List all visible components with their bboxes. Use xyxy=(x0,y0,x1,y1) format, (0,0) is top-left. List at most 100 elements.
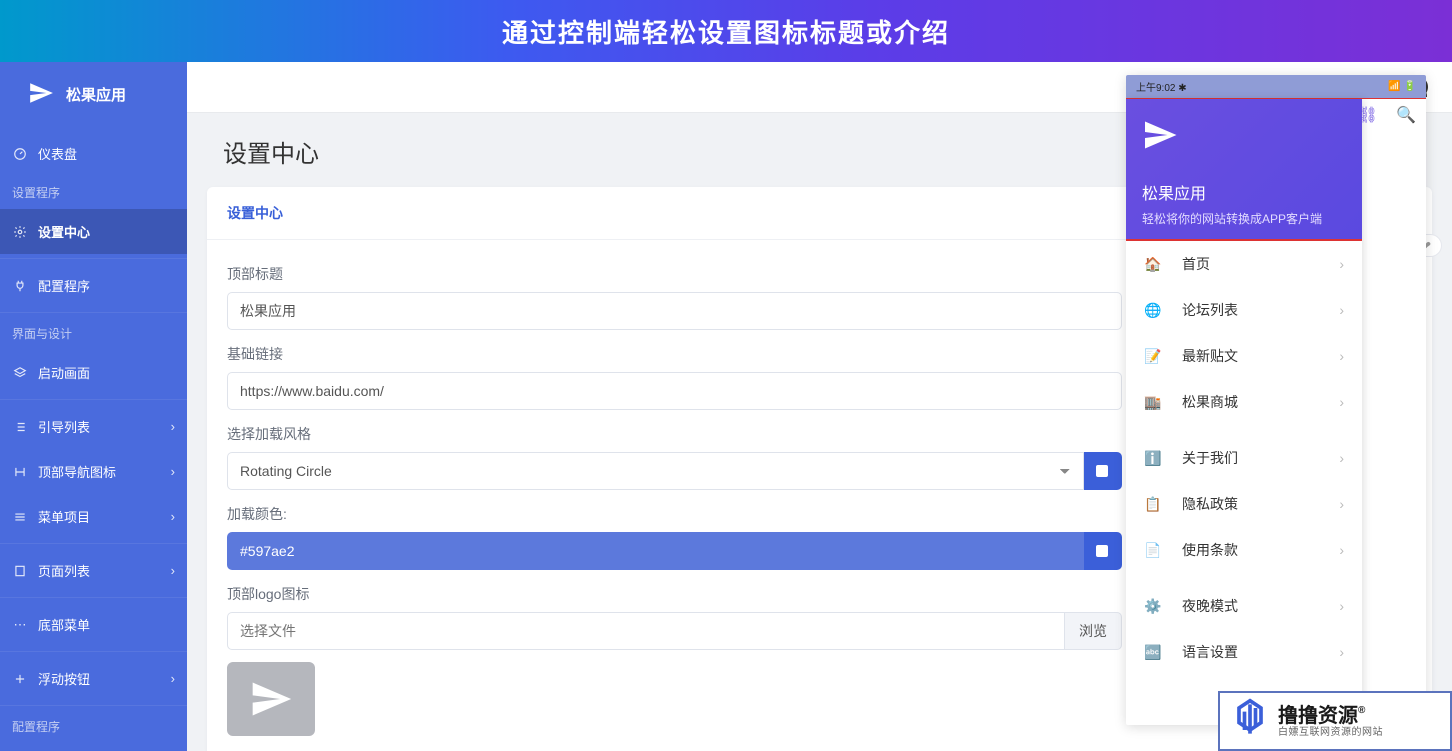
drawer-item-label: 隐私政策 xyxy=(1182,494,1238,514)
chevron-right-icon: › xyxy=(1339,348,1344,364)
chevron-right-icon: › xyxy=(1339,450,1344,466)
gauge-icon xyxy=(12,146,28,162)
registered-icon: ® xyxy=(1358,705,1365,716)
drawer-item-label: 最新贴文 xyxy=(1182,346,1238,366)
label-base-link: 基础链接 xyxy=(227,344,1122,364)
header-icon xyxy=(12,464,28,480)
sidebar-item-dashboard[interactable]: 仪表盘 xyxy=(0,131,187,176)
page-icon xyxy=(12,563,28,579)
drawer-item-terms[interactable]: 📄 使用条款 › xyxy=(1126,527,1362,573)
drawer-item-label: 使用条款 xyxy=(1182,540,1238,560)
drawer-item-label: 关于我们 xyxy=(1182,448,1238,468)
label-logo: 顶部logo图标 xyxy=(227,584,1122,604)
layers-icon xyxy=(12,365,28,381)
sidebar-item-bottom-menu[interactable]: ⋯ 底部菜单 xyxy=(0,602,187,647)
brand[interactable]: 松果应用 xyxy=(0,62,187,131)
drawer-item-night[interactable]: ⚙️夜晚模式› xyxy=(1126,583,1362,629)
chevron-right-icon: › xyxy=(1339,256,1344,272)
privacy-icon: 📋 xyxy=(1144,496,1162,513)
label-load-color: 加载颜色: xyxy=(227,504,1122,524)
sidebar-item-label: 浮动按钮 xyxy=(38,669,90,688)
gear-icon xyxy=(12,224,28,240)
language-icon: 🔤 xyxy=(1144,644,1162,661)
paper-plane-icon xyxy=(1142,117,1178,158)
input-top-title[interactable] xyxy=(227,292,1122,330)
terms-icon: 📄 xyxy=(1144,542,1162,559)
sidebar-item-label: 设置中心 xyxy=(38,222,90,241)
drawer-item-label: 松果商城 xyxy=(1182,392,1238,412)
logo-preview xyxy=(227,662,315,736)
chevron-right-icon: › xyxy=(171,464,175,479)
watermark-title: 撸撸资源 xyxy=(1278,705,1358,727)
drawer-item-home[interactable]: 🏠 首页 › xyxy=(1126,241,1362,287)
drawer-item-about[interactable]: ℹ️关于我们› xyxy=(1126,435,1362,481)
input-base-link[interactable] xyxy=(227,372,1122,410)
chevron-right-icon: › xyxy=(171,671,175,686)
input-logo-file[interactable] xyxy=(227,612,1065,650)
drawer-item-label: 首页 xyxy=(1182,254,1210,274)
sidebar-item-top-nav-icon[interactable]: 顶部导航图标 › xyxy=(0,449,187,494)
menu-icon xyxy=(12,509,28,525)
sidebar-item-splash[interactable]: 启动画面 xyxy=(0,350,187,395)
sidebar-section-settings: 设置程序 xyxy=(0,176,187,209)
drawer-item-language[interactable]: 🔤 语言设置 › xyxy=(1126,629,1362,675)
phone-statusbar: 上午9:02 ✱ 📶 🔋 xyxy=(1126,75,1426,99)
sidebar-section-config2: 配置程序 xyxy=(0,710,187,743)
chevron-right-icon: › xyxy=(1339,644,1344,660)
sidebar-section-ui: 界面与设计 xyxy=(0,317,187,350)
forum-icon: 🌐 xyxy=(1144,302,1162,319)
status-icons: 📶 🔋 xyxy=(1388,81,1416,92)
phone-preview: 上午9:02 ✱ 📶 🔋 松果应用 轻松将你的网站转换成APP客户端 🏠首页› … xyxy=(1126,75,1426,725)
post-icon: 📝 xyxy=(1144,348,1162,365)
sidebar-item-label: 仪表盘 xyxy=(38,144,77,163)
dots-icon: ⋯ xyxy=(12,617,28,633)
sidebar-item-config[interactable]: 配置程序 xyxy=(0,263,187,308)
sidebar-item-label: 菜单项目 xyxy=(38,507,90,526)
color-swatch-icon xyxy=(1096,545,1108,557)
sidebar-item-app-color[interactable]: APP颜色 xyxy=(0,743,187,751)
sidebar: 松果应用 仪表盘 设置程序 设置中心 配置程序 界面与设计 启动画面 引导列表 … xyxy=(0,62,187,751)
drawer-item-posts[interactable]: 📝 最新贴文 › xyxy=(1126,333,1362,379)
watermark-subtitle: 白嫖互联网资源的网站 xyxy=(1278,727,1383,738)
sidebar-item-page-list[interactable]: 页面列表 › xyxy=(0,548,187,593)
label-top-title: 顶部标题 xyxy=(227,264,1122,284)
sidebar-item-label: 页面列表 xyxy=(38,561,90,580)
drawer-item-shop[interactable]: 🏬松果商城› xyxy=(1126,379,1362,425)
main-content: 设置中心 设置中心 顶部标题 基础链接 xyxy=(187,62,1452,751)
color-picker-button[interactable] xyxy=(1084,532,1122,570)
chevron-right-icon: › xyxy=(171,419,175,434)
drawer-item-label: 论坛列表 xyxy=(1182,300,1238,320)
chevron-right-icon: › xyxy=(1339,394,1344,410)
plug-icon xyxy=(12,278,28,294)
label-load-style: 选择加载风格 xyxy=(227,424,1122,444)
chevron-right-icon: › xyxy=(171,563,175,578)
moon-icon: ⚙️ xyxy=(1144,598,1162,615)
preview-button[interactable] xyxy=(1084,452,1122,490)
sidebar-item-guide-list[interactable]: 引导列表 › xyxy=(0,404,187,449)
chevron-right-icon: › xyxy=(1339,542,1344,558)
sidebar-item-fab[interactable]: 浮动按钮 › xyxy=(0,656,187,701)
brand-name: 松果应用 xyxy=(66,84,126,105)
list-icon xyxy=(12,419,28,435)
sidebar-item-label: 顶部导航图标 xyxy=(38,462,116,481)
drawer-item-privacy[interactable]: 📋隐私政策› xyxy=(1126,481,1362,527)
drawer-item-label: 语言设置 xyxy=(1182,642,1238,662)
drawer-item-forum[interactable]: 🌐论坛列表› xyxy=(1126,287,1362,333)
drawer-item-label: 夜晚模式 xyxy=(1182,596,1238,616)
input-load-color[interactable] xyxy=(227,532,1084,570)
sidebar-item-settings-center[interactable]: 设置中心 xyxy=(0,209,187,254)
paper-plane-icon xyxy=(28,80,54,109)
watermark: 撸撸资源® 白嫖互联网资源的网站 xyxy=(1218,691,1452,751)
home-icon: 🏠 xyxy=(1144,256,1162,273)
sidebar-item-menu-items[interactable]: 菜单项目 › xyxy=(0,494,187,539)
drawer-title: 松果应用 xyxy=(1142,180,1346,204)
select-load-style[interactable]: Rotating Circle xyxy=(227,452,1084,490)
sidebar-item-label: 启动画面 xyxy=(38,363,90,382)
share-icon[interactable]: ⛓ xyxy=(1358,105,1378,125)
search-icon[interactable]: 🔍 xyxy=(1396,105,1416,125)
plus-icon xyxy=(12,671,28,687)
drawer-subtitle: 轻松将你的网站转换成APP客户端 xyxy=(1142,210,1346,227)
sidebar-item-label: 配置程序 xyxy=(38,276,90,295)
browse-button[interactable]: 浏览 xyxy=(1065,612,1122,650)
status-time: 上午9:02 xyxy=(1136,83,1175,94)
